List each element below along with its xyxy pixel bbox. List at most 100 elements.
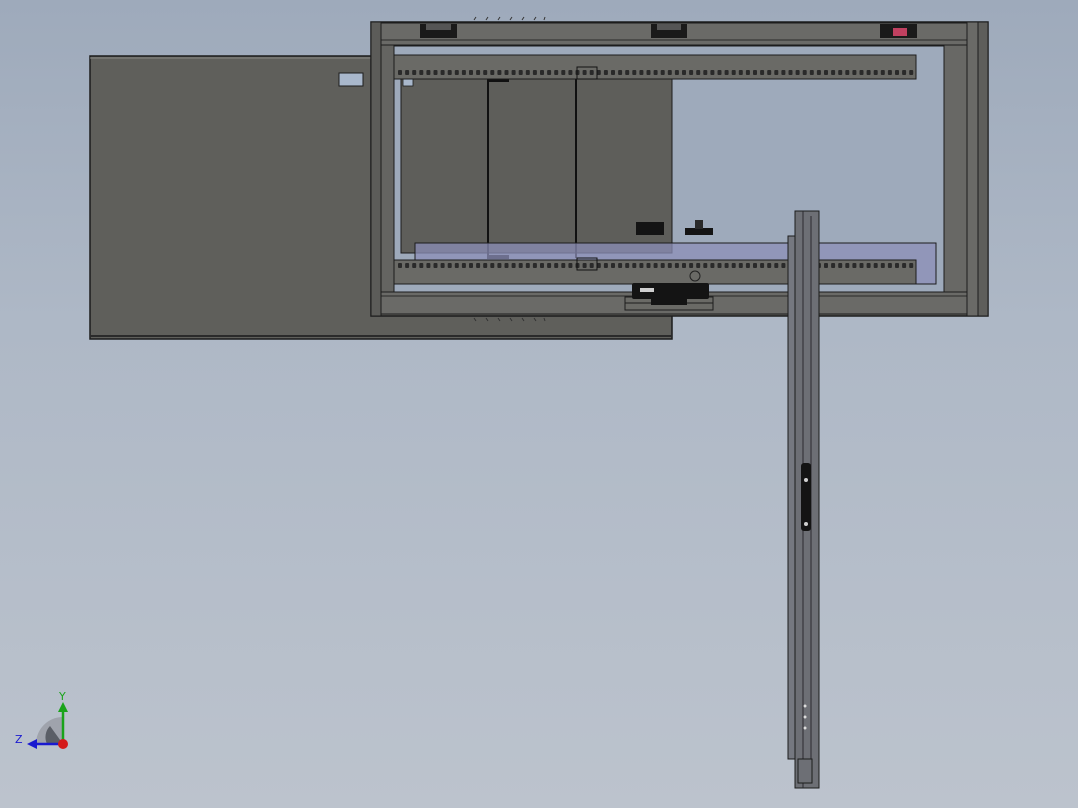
- rail-slot: [724, 263, 729, 268]
- rail-slot: [767, 70, 772, 75]
- rail-slot: [745, 70, 750, 75]
- rail-slot: [398, 263, 402, 268]
- rail-slot: [689, 70, 694, 75]
- rail-slot: [618, 263, 623, 268]
- terminal-block: [636, 222, 664, 235]
- rail-slot: [525, 70, 530, 75]
- rail-slot: [682, 70, 686, 75]
- rail-slot: [802, 70, 807, 75]
- rail-slot: [866, 70, 871, 75]
- rail-slot: [767, 263, 772, 268]
- rail-slot: [859, 263, 864, 268]
- rail-slot: [646, 70, 651, 75]
- rail-slot: [561, 263, 566, 268]
- rail-slot: [781, 70, 786, 75]
- rail-slot: [518, 70, 523, 75]
- rail-slot: [710, 263, 715, 268]
- handle[interactable]: [801, 463, 811, 531]
- rail-slot: [547, 70, 552, 75]
- rail-slot: [809, 70, 814, 75]
- rail-slot: [589, 263, 594, 268]
- rail-slot: [774, 70, 779, 75]
- rail-slot: [674, 70, 679, 75]
- rail-slot: [838, 263, 843, 268]
- rail-slot: [398, 70, 402, 75]
- vertical-profile: [787, 210, 820, 789]
- rail-slot: [525, 263, 530, 268]
- rail-slot: [795, 70, 800, 75]
- latch-indicator: [893, 28, 907, 36]
- rail-slot: [454, 263, 459, 268]
- rail-slot: [760, 263, 765, 268]
- rail-slot: [660, 70, 665, 75]
- rail-slot: [511, 263, 516, 268]
- rail-slot: [497, 70, 502, 75]
- rail-slot: [660, 263, 665, 268]
- rail-slot: [696, 263, 701, 268]
- rail-slot: [405, 263, 410, 268]
- rail-slot: [632, 70, 637, 75]
- rail-slot: [788, 70, 793, 75]
- rail-slot: [589, 70, 594, 75]
- rail-slot: [738, 263, 743, 268]
- rail-slot: [873, 70, 878, 75]
- rail-slot: [816, 70, 821, 75]
- cabinet-assembly-model[interactable]: Y Z: [0, 0, 1078, 808]
- mounting-plate: [400, 77, 713, 259]
- rail-slot: [873, 263, 878, 268]
- rail-slot: [532, 70, 537, 75]
- rail-slot: [724, 70, 729, 75]
- rail-slot: [611, 263, 615, 268]
- rail-slot: [753, 263, 757, 268]
- rail-slot: [554, 263, 559, 268]
- rail-slot: [824, 70, 828, 75]
- rail-slot: [710, 70, 715, 75]
- rail-slot: [504, 263, 509, 268]
- rail-slot: [497, 263, 502, 268]
- rail-slot: [731, 70, 736, 75]
- rail-slot: [639, 263, 644, 268]
- rail-slot: [781, 263, 786, 268]
- rail-slot: [731, 263, 736, 268]
- rail-slot: [689, 263, 694, 268]
- rail-slot: [426, 263, 431, 268]
- rail-slot: [426, 70, 431, 75]
- rail-slot: [568, 263, 573, 268]
- door-window: [338, 72, 364, 87]
- rail-slot: [866, 263, 871, 268]
- rail-slot: [745, 263, 750, 268]
- rail-slot: [852, 263, 857, 268]
- rail-slot: [582, 70, 587, 75]
- rail-slot: [887, 70, 892, 75]
- rail-slot: [419, 263, 424, 268]
- cad-viewport[interactable]: Y Z: [0, 0, 1078, 808]
- rail-slot: [504, 70, 509, 75]
- rail-slot: [618, 70, 623, 75]
- rail-slot: [454, 70, 459, 75]
- rail-slot: [419, 70, 424, 75]
- rail-slot: [845, 263, 850, 268]
- rail-slot: [717, 263, 722, 268]
- orientation-triad[interactable]: Y Z: [15, 690, 68, 749]
- rail-slot: [469, 70, 473, 75]
- rail-slot: [895, 263, 899, 268]
- rail-slot: [412, 263, 417, 268]
- rail-slot: [646, 263, 651, 268]
- y-axis-label: Y: [58, 690, 66, 703]
- rail-slot: [753, 70, 757, 75]
- rail-slot: [412, 70, 417, 75]
- rail-slot: [845, 70, 850, 75]
- rail-slot: [831, 70, 836, 75]
- z-axis-label: Z: [15, 733, 23, 746]
- rail-slot: [653, 263, 658, 268]
- rail-slot: [568, 70, 573, 75]
- rail-slot: [518, 263, 523, 268]
- rail-slot: [511, 70, 516, 75]
- bottom-rail: [393, 257, 917, 285]
- rail-slot: [880, 70, 885, 75]
- rail-slot: [447, 263, 452, 268]
- rail-slot: [461, 263, 466, 268]
- rail-slot: [738, 70, 743, 75]
- rail-slot: [632, 263, 637, 268]
- rail-slot: [831, 263, 836, 268]
